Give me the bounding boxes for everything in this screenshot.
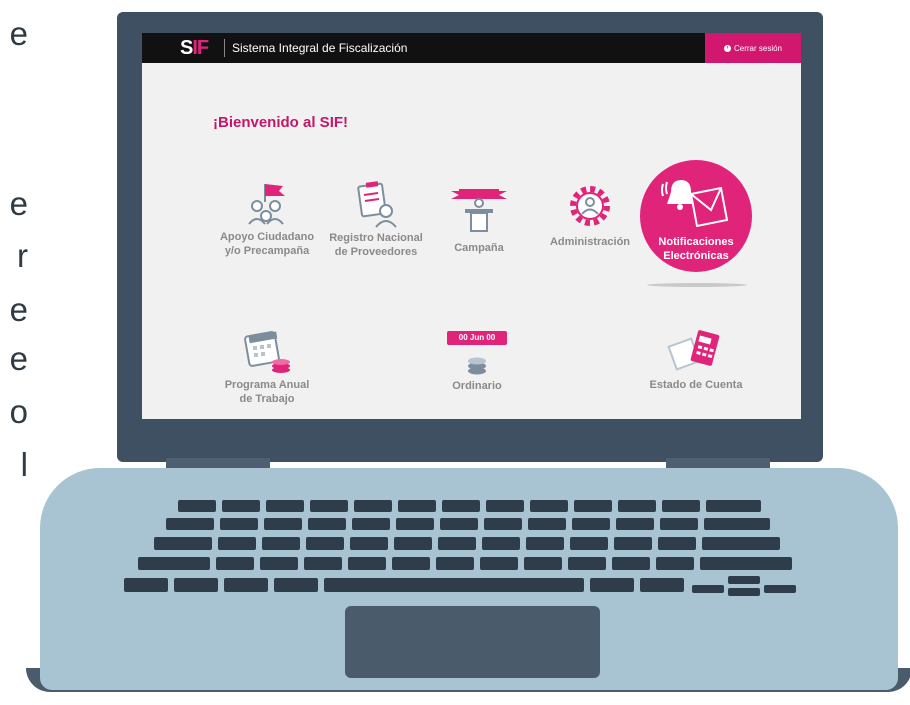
calendar-coins-icon (244, 331, 290, 373)
trackpad (345, 606, 600, 678)
side-fragment: e (9, 291, 28, 328)
module-label-line2: de Proveedores (334, 246, 418, 258)
module-administracion[interactable]: Administración (542, 181, 638, 249)
module-campana[interactable]: Campaña (439, 183, 519, 255)
logo-accent: IF (192, 36, 209, 59)
ordinario-icon-wrap: 00 Jun 00 (437, 329, 517, 379)
module-registro-proveedores[interactable]: Registro Nacional de Proveedores (317, 179, 435, 259)
module-label-line2: Electrónicas (663, 250, 729, 262)
app-title: Sistema Integral de Fiscalización (232, 41, 408, 55)
side-fragment: l (20, 446, 28, 483)
side-fragment: r (17, 237, 28, 274)
logo-text: SIF (180, 36, 209, 60)
module-label-line1: Registro Nacional (329, 232, 423, 244)
people-flag-icon (248, 184, 285, 225)
notif-shadow (647, 283, 747, 287)
app-screen: SIF Sistema Integral de Fiscalización › … (142, 33, 801, 419)
module-label-line2: y/o Precampaña (224, 245, 310, 257)
podium-icon (451, 189, 507, 232)
module-label-line1: Programa Anual (224, 379, 310, 391)
module-estado-cuenta[interactable]: Estado de Cuenta (637, 328, 755, 392)
logout-icon: › (723, 44, 731, 52)
side-fragment: o (9, 393, 28, 430)
module-label-line1: Estado de Cuenta (649, 379, 743, 391)
module-label-line1: Apoyo Ciudadano (219, 231, 315, 243)
module-label-line1: Campaña (454, 242, 504, 254)
module-label: Notificaciones Electrónicas (640, 235, 752, 263)
side-fragment: e (9, 340, 28, 377)
module-programa-anual[interactable]: Programa Anual de Trabajo (212, 328, 322, 406)
side-fragment: e (9, 15, 28, 52)
gear-user-icon (570, 186, 610, 226)
clipboard-user-icon (357, 181, 397, 228)
module-label-line1: Administración (549, 236, 631, 248)
coin-stack-icon (468, 357, 486, 375)
calculator-icon (667, 330, 720, 371)
logout-button[interactable]: › Cerrar sesión (705, 33, 801, 63)
sif-logo[interactable]: SIF (180, 36, 209, 60)
top-bar: SIF Sistema Integral de Fiscalización › … (142, 33, 801, 63)
module-label-line1: Notificaciones (658, 236, 734, 248)
date-badge: 00 Jun 00 (447, 331, 507, 345)
module-ordinario[interactable]: 00 Jun 00 Ordinario (437, 329, 517, 393)
module-label-line1: Ordinario (452, 380, 502, 392)
welcome-heading: ¡Bienvenido al SIF! (213, 114, 349, 131)
side-fragment: e (9, 185, 28, 222)
logo-main: S (180, 36, 193, 59)
logo-divider (224, 39, 225, 57)
module-label-line2: de Trabajo (239, 393, 295, 405)
module-apoyo-ciudadano[interactable]: Apoyo Ciudadano y/o Precampaña (212, 178, 322, 258)
module-notificaciones[interactable]: Notificaciones Electrónicas (640, 160, 752, 272)
logout-label: Cerrar sesión (733, 43, 782, 53)
bell-envelope-icon (661, 180, 729, 228)
